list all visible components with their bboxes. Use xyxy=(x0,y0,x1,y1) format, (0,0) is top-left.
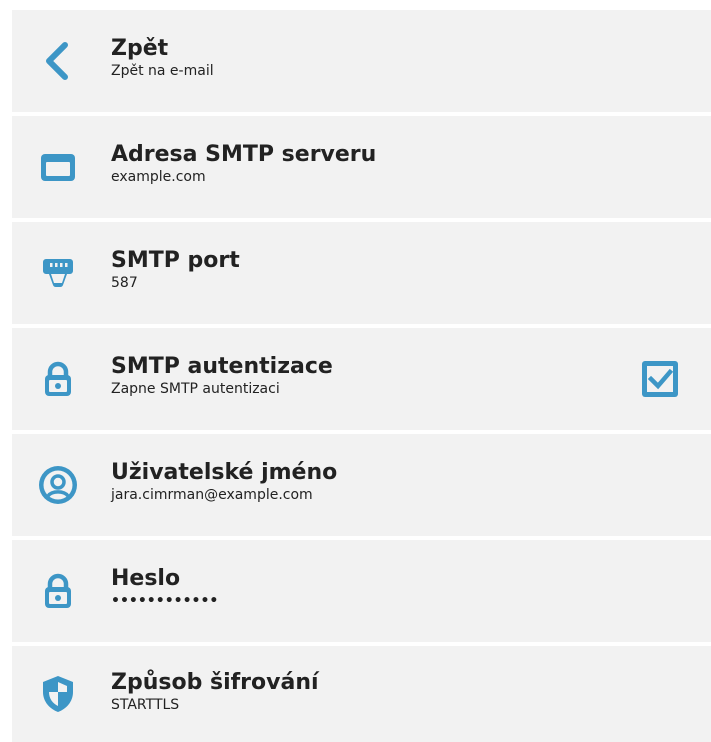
row-subtitle: jara.cimrman@example.com xyxy=(111,487,313,503)
settings-list: Zpět Zpět na e-mail Adresa SMTP serveru … xyxy=(12,10,711,742)
lock-icon xyxy=(38,571,78,611)
row-title: Zpět xyxy=(111,36,169,61)
row-title: SMTP port xyxy=(111,248,240,273)
smtp-server-row[interactable]: Adresa SMTP serveru example.com xyxy=(12,116,711,218)
row-subtitle: Zapne SMTP autentizaci xyxy=(111,381,280,397)
ethernet-port-icon xyxy=(38,253,78,293)
back-row[interactable]: Zpět Zpět na e-mail xyxy=(12,10,711,112)
password-mask: •••••••••••• xyxy=(111,593,219,609)
shield-icon xyxy=(38,674,78,714)
row-subtitle: STARTTLS xyxy=(111,697,180,713)
row-title: Adresa SMTP serveru xyxy=(111,142,377,167)
row-subtitle: 587 xyxy=(111,275,138,291)
smtp-auth-checkbox[interactable] xyxy=(641,360,679,398)
row-title: Heslo xyxy=(111,566,181,591)
password-row[interactable]: Heslo •••••••••••• xyxy=(12,540,711,642)
chevron-left-icon xyxy=(38,41,78,81)
back-text: Zpět Zpět na e-mail xyxy=(111,36,621,80)
user-circle-icon xyxy=(38,465,78,505)
lock-icon xyxy=(38,359,78,399)
row-title: Uživatelské jméno xyxy=(111,460,338,485)
smtp-auth-row[interactable]: SMTP autentizace Zapne SMTP autentizaci xyxy=(12,328,711,430)
row-subtitle: Zpět na e-mail xyxy=(111,63,214,79)
window-icon xyxy=(38,147,78,187)
encryption-row[interactable]: Způsob šifrování STARTTLS xyxy=(12,646,711,742)
smtp-port-row[interactable]: SMTP port 587 xyxy=(12,222,711,324)
row-title: SMTP autentizace xyxy=(111,354,333,379)
row-subtitle: example.com xyxy=(111,169,206,185)
username-row[interactable]: Uživatelské jméno jara.cimrman@example.c… xyxy=(12,434,711,536)
row-title: Způsob šifrování xyxy=(111,670,319,695)
